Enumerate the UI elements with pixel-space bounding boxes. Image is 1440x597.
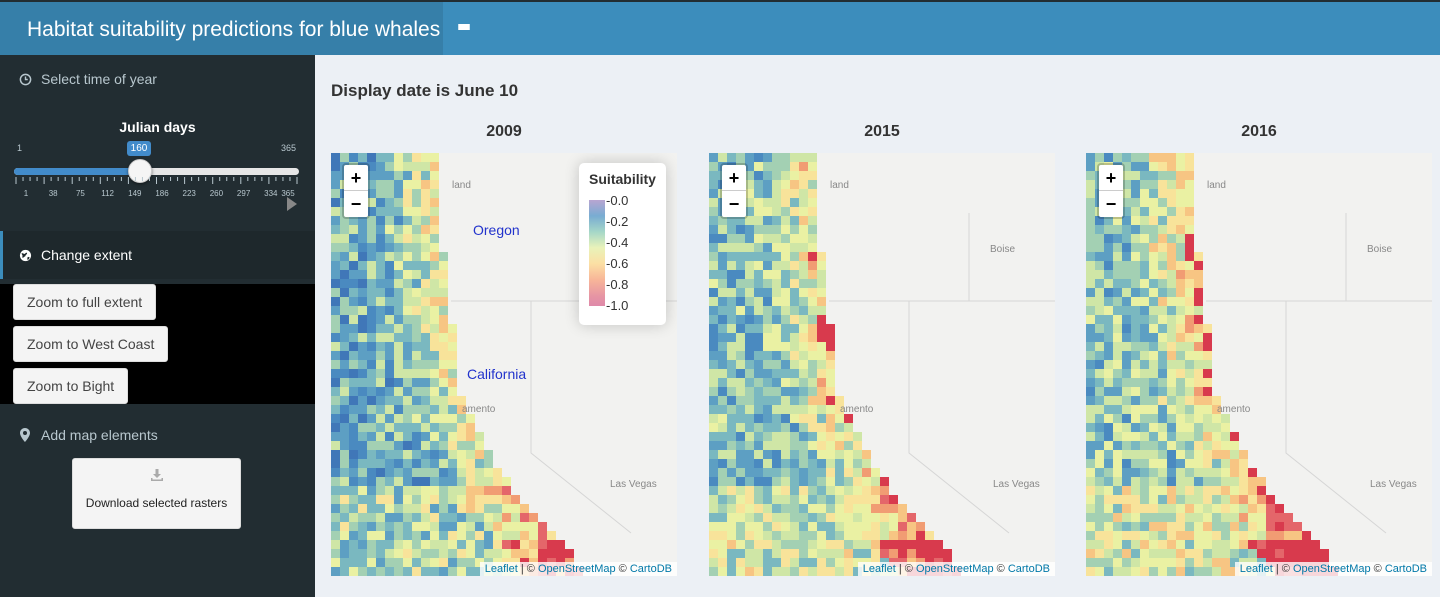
slider-tick-label: 260 xyxy=(209,189,224,198)
map-title-2016: 2016 xyxy=(1241,123,1277,140)
map-attribution: Leaflet | © OpenStreetMap © CartoDB xyxy=(857,562,1055,576)
clock-icon xyxy=(18,72,32,86)
cartodb-link[interactable]: CartoDB xyxy=(1008,563,1050,575)
slider-tick-label: 1 xyxy=(23,189,29,198)
suitability-raster xyxy=(709,153,1055,576)
slider-tick-label: 297 xyxy=(236,189,251,198)
sidebar-item-label: Select time of year xyxy=(41,71,157,87)
leaflet-link[interactable]: Leaflet xyxy=(863,563,896,575)
slider-value-bubble: 160 xyxy=(127,141,151,156)
place-label-portland: land xyxy=(830,180,849,191)
zoom-full-extent-button[interactable]: Zoom to full extent xyxy=(13,284,157,320)
zoom-out-button[interactable]: − xyxy=(722,191,746,217)
cartodb-link[interactable]: CartoDB xyxy=(630,563,672,575)
legend-label: -0.8 xyxy=(606,277,629,292)
main-content: Display date is June 10 2009 land Oregon… xyxy=(315,55,1440,597)
zoom-bight-button[interactable]: Zoom to Bight xyxy=(13,368,129,404)
slider-tick-label: 38 xyxy=(48,189,58,198)
download-button-label: Download selected rasters xyxy=(85,496,228,510)
globe-icon xyxy=(18,248,32,262)
zoom-in-button[interactable]: + xyxy=(344,165,368,191)
map-marker-icon xyxy=(18,428,32,442)
legend-label: -0.0 xyxy=(606,193,629,208)
slider-tick-label: 149 xyxy=(128,189,142,198)
sidebar-item-label: Change extent xyxy=(41,247,133,263)
zoom-out-button[interactable]: − xyxy=(1099,191,1123,217)
map-2009[interactable]: land Oregon California amento Las Vegas … xyxy=(331,153,677,576)
sidebar-toggle-button[interactable] xyxy=(443,2,485,55)
osm-link[interactable]: OpenStreetMap xyxy=(1293,563,1371,575)
legend-label: -0.2 xyxy=(606,214,629,229)
place-label-portland: land xyxy=(1207,180,1226,191)
zoom-west-coast-button[interactable]: Zoom to West Coast xyxy=(13,326,169,362)
slider-min-label: 1 xyxy=(17,143,23,153)
zoom-control: + − xyxy=(342,163,370,219)
leaflet-link[interactable]: Leaflet xyxy=(485,563,518,575)
map-2015[interactable]: land Boise amento Las Vegas + − Leaflet … xyxy=(709,153,1055,576)
zoom-control: + − xyxy=(720,163,748,219)
header-bar: Habitat suitability predictions for blue… xyxy=(0,0,1440,55)
map-title-2009: 2009 xyxy=(486,123,522,140)
legend-label: -0.4 xyxy=(606,235,629,250)
sidebar-item-select-time[interactable]: Select time of year xyxy=(0,55,315,103)
place-label-las-vegas: Las Vegas xyxy=(1370,479,1417,490)
slider-tick-label: 112 xyxy=(101,189,114,198)
slider-label: Julian days xyxy=(119,119,196,135)
osm-link[interactable]: OpenStreetMap xyxy=(538,563,616,575)
leaflet-link[interactable]: Leaflet xyxy=(1240,563,1273,575)
legend-label: -1.0 xyxy=(606,298,629,313)
app-title: Habitat suitability predictions for blue… xyxy=(0,2,443,55)
place-label-portland: land xyxy=(452,180,471,191)
place-label-boise: Boise xyxy=(1367,244,1393,255)
state-label-california: California xyxy=(467,366,527,382)
legend-title: Suitability xyxy=(589,171,656,187)
legend-label: -0.6 xyxy=(606,256,629,271)
slider-ticks xyxy=(15,177,298,184)
state-label-oregon: Oregon xyxy=(473,222,520,238)
slider-tick-label: 75 xyxy=(75,189,85,198)
slider-tick-labels: 1 38 75 112 149 186 223 260 297 334 365 xyxy=(14,189,299,201)
slider-track-fill xyxy=(14,168,140,175)
sidebar: Select time of year Julian days 1 365 16… xyxy=(0,55,315,597)
legend-color-bar xyxy=(589,200,605,306)
zoom-in-button[interactable]: + xyxy=(722,165,746,191)
zoom-control: + − xyxy=(1097,163,1125,219)
place-label-sacramento: amento xyxy=(840,404,874,415)
slider-tick-label: 186 xyxy=(155,189,169,198)
sidebar-item-label: Add map elements xyxy=(41,427,158,443)
map-title-2015: 2015 xyxy=(864,123,900,140)
slider-tick-label: 223 xyxy=(182,189,196,198)
suitability-legend: Suitability -0.0 -0.2 -0.4 -0.6 -0.8 -1.… xyxy=(579,163,666,325)
download-icon xyxy=(150,468,164,482)
map-attribution: Leaflet | © OpenStreetMap © CartoDB xyxy=(1234,562,1432,576)
place-label-boise: Boise xyxy=(990,244,1016,255)
zoom-in-button[interactable]: + xyxy=(1099,165,1123,191)
suitability-raster xyxy=(1086,153,1432,576)
hamburger-icon xyxy=(458,23,470,34)
cartodb-link[interactable]: CartoDB xyxy=(1385,563,1427,575)
display-date-heading: Display date is June 10 xyxy=(331,81,519,100)
osm-link[interactable]: OpenStreetMap xyxy=(916,563,994,575)
map-attribution: Leaflet | © OpenStreetMap © CartoDB xyxy=(479,562,677,576)
download-rasters-button[interactable]: Download selected rasters xyxy=(72,458,241,529)
place-label-sacramento: amento xyxy=(1217,404,1251,415)
play-animation-button[interactable] xyxy=(287,197,297,211)
map-2016[interactable]: land Boise amento Las Vegas + − Leaflet … xyxy=(1086,153,1432,576)
place-label-sacramento: amento xyxy=(462,404,496,415)
slider-max-label: 365 xyxy=(281,143,297,153)
slider-tick-label: 334 xyxy=(264,189,278,198)
sidebar-item-add-map-elements[interactable]: Add map elements xyxy=(0,411,315,459)
sidebar-item-change-extent[interactable]: Change extent xyxy=(0,231,315,279)
place-label-las-vegas: Las Vegas xyxy=(610,479,657,490)
zoom-out-button[interactable]: − xyxy=(344,191,368,217)
place-label-las-vegas: Las Vegas xyxy=(993,479,1040,490)
